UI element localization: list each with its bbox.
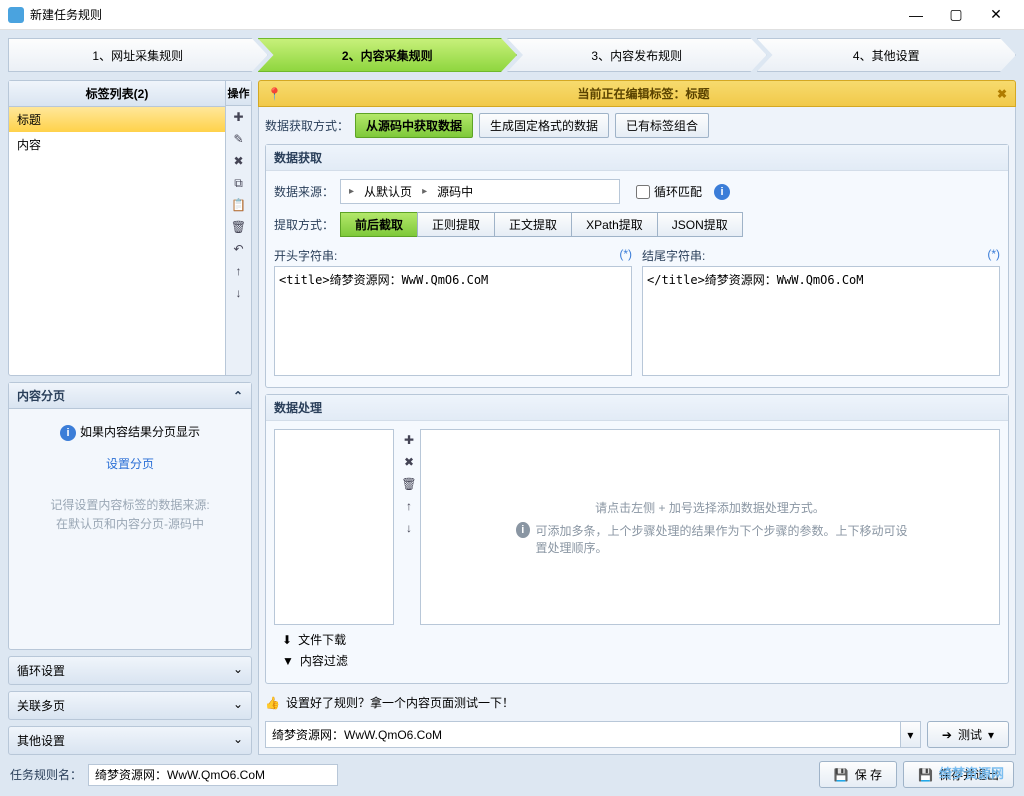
trash-tag-button[interactable]: 🗑 (226, 216, 251, 238)
wildcard-button[interactable]: (*) (987, 247, 1000, 264)
chevron-down-icon: ⌄ (233, 662, 243, 679)
delete-tag-button[interactable]: ✖ (226, 150, 251, 172)
copy-tag-button[interactable]: ⧉ (226, 172, 251, 194)
test-button[interactable]: ➔测试▾ (927, 721, 1009, 748)
paste-tag-button[interactable]: 📋 (226, 194, 251, 216)
test-url-combo[interactable]: ▾ (265, 721, 921, 748)
section-loop[interactable]: 循环设置⌄ (8, 656, 252, 685)
tab-json[interactable]: JSON提取 (657, 212, 743, 237)
tag-list-panel: 标签列表(2) 标题 内容 操作 ✚ ✎ ✖ ⧉ 📋 🗑 ↶ ↑ ↓ (8, 80, 252, 376)
pin-icon: 📍 (267, 87, 282, 101)
step-tabs: 1、网址采集规则 2、内容采集规则 3、内容发布规则 4、其他设置 (8, 38, 1016, 72)
step-2[interactable]: 2、内容采集规则 (258, 38, 518, 72)
data-acquire-header: 数据获取 (266, 145, 1008, 171)
chevron-down-icon: ▾ (988, 728, 994, 742)
paging-info: 如果内容结果分页显示 (80, 425, 200, 439)
section-related[interactable]: 关联多页⌄ (8, 691, 252, 720)
move-up-button[interactable]: ↑ (226, 260, 251, 282)
filter-icon: ▼ (282, 654, 294, 668)
test-url-input[interactable] (266, 722, 900, 747)
task-name-input[interactable] (88, 764, 338, 786)
data-process-header: 数据处理 (266, 395, 1008, 421)
chevron-down-icon: ⌄ (233, 732, 243, 749)
paging-hint: 记得设置内容标签的数据来源: 在默认页和内容分页-源码中 (19, 496, 241, 534)
acquire-opt-source[interactable]: 从源码中获取数据 (355, 113, 473, 138)
undo-button[interactable]: ↶ (226, 238, 251, 260)
proc-del-button[interactable]: ✖ (398, 451, 420, 473)
extract-label: 提取方式： (274, 216, 334, 233)
content-filter-toggle[interactable]: ▼内容过滤 (282, 650, 992, 671)
wildcard-button[interactable]: (*) (619, 247, 632, 264)
tab-xpath[interactable]: XPath提取 (571, 212, 658, 237)
tag-list-header: 标签列表(2) (9, 81, 225, 107)
end-label: 结尾字符串: (642, 247, 705, 264)
section-other[interactable]: 其他设置⌄ (8, 726, 252, 755)
maximize-button[interactable]: ▢ (936, 1, 976, 29)
proc-add-button[interactable]: ✚ (398, 429, 420, 451)
collapse-icon: ⌃ (233, 389, 243, 403)
download-icon: ⬇ (282, 633, 292, 647)
loop-match-checkbox[interactable]: 循环匹配 (636, 183, 702, 200)
close-editing-button[interactable]: ✖ (997, 87, 1007, 101)
process-list[interactable] (274, 429, 394, 625)
play-icon: ▸ (349, 186, 354, 197)
tag-item-title[interactable]: 标题 (9, 107, 225, 132)
save-icon: 💾 (834, 768, 849, 782)
tag-item-content[interactable]: 内容 (9, 132, 225, 157)
src-label: 数据来源： (274, 183, 334, 200)
edit-tag-button[interactable]: ✎ (226, 128, 251, 150)
thumb-icon: 👍 (265, 696, 280, 710)
step-1[interactable]: 1、网址采集规则 (8, 38, 268, 72)
step-3[interactable]: 3、内容发布规则 (507, 38, 767, 72)
tag-ops-header: 操作 (226, 81, 251, 106)
process-hint: 请点击左侧 + 加号选择添加数据处理方式。 i可添加多条，上个步骤处理的结果作为… (420, 429, 1000, 625)
test-prompt: 设置好了规则？拿一个内容页面测试一下！ (286, 694, 514, 711)
info-icon: i (516, 522, 530, 538)
move-down-button[interactable]: ↓ (226, 282, 251, 304)
chevron-down-icon: ⌄ (233, 697, 243, 714)
start-label: 开头字符串: (274, 247, 337, 264)
tab-body[interactable]: 正文提取 (494, 212, 572, 237)
proc-up-button[interactable]: ↑ (398, 495, 420, 517)
paging-header[interactable]: 内容分页 ⌃ (9, 383, 251, 409)
window-title: 新建任务规则 (30, 6, 896, 23)
editing-header: 📍 当前正在编辑标签：标题 ✖ (258, 80, 1016, 107)
file-download-toggle[interactable]: ⬇文件下载 (282, 629, 992, 650)
info-icon[interactable]: i (714, 184, 730, 200)
info-icon: i (60, 425, 76, 441)
close-button[interactable]: ✕ (976, 1, 1016, 29)
app-icon (8, 7, 24, 23)
arrow-right-icon: ➔ (942, 728, 952, 742)
titlebar: 新建任务规则 — ▢ ✕ (0, 0, 1024, 30)
save-icon: 💾 (918, 768, 933, 782)
acquire-opt-fixed[interactable]: 生成固定格式的数据 (479, 113, 609, 138)
dropdown-button[interactable]: ▾ (900, 722, 920, 747)
add-tag-button[interactable]: ✚ (226, 106, 251, 128)
editing-label: 当前正在编辑标签：标题 (290, 85, 997, 102)
acquire-label: 数据获取方式： (265, 117, 349, 134)
acquire-opt-combo[interactable]: 已有标签组合 (615, 113, 709, 138)
proc-trash-button[interactable]: 🗑 (398, 473, 420, 495)
proc-down-button[interactable]: ↓ (398, 517, 420, 539)
tab-regex[interactable]: 正则提取 (417, 212, 495, 237)
end-string-input[interactable] (642, 266, 1000, 376)
minimize-button[interactable]: — (896, 1, 936, 29)
tab-trim[interactable]: 前后截取 (340, 212, 418, 237)
start-string-input[interactable] (274, 266, 632, 376)
save-close-button[interactable]: 💾保存并退出 (903, 761, 1014, 788)
data-source-combo[interactable]: ▸从默认页 ▸源码中 (340, 179, 620, 204)
play-icon: ▸ (422, 186, 427, 197)
step-4[interactable]: 4、其他设置 (757, 38, 1017, 72)
set-paging-link[interactable]: 设置分页 (19, 455, 241, 472)
task-name-label: 任务规则名： (10, 766, 82, 783)
save-button[interactable]: 💾保 存 (819, 761, 897, 788)
